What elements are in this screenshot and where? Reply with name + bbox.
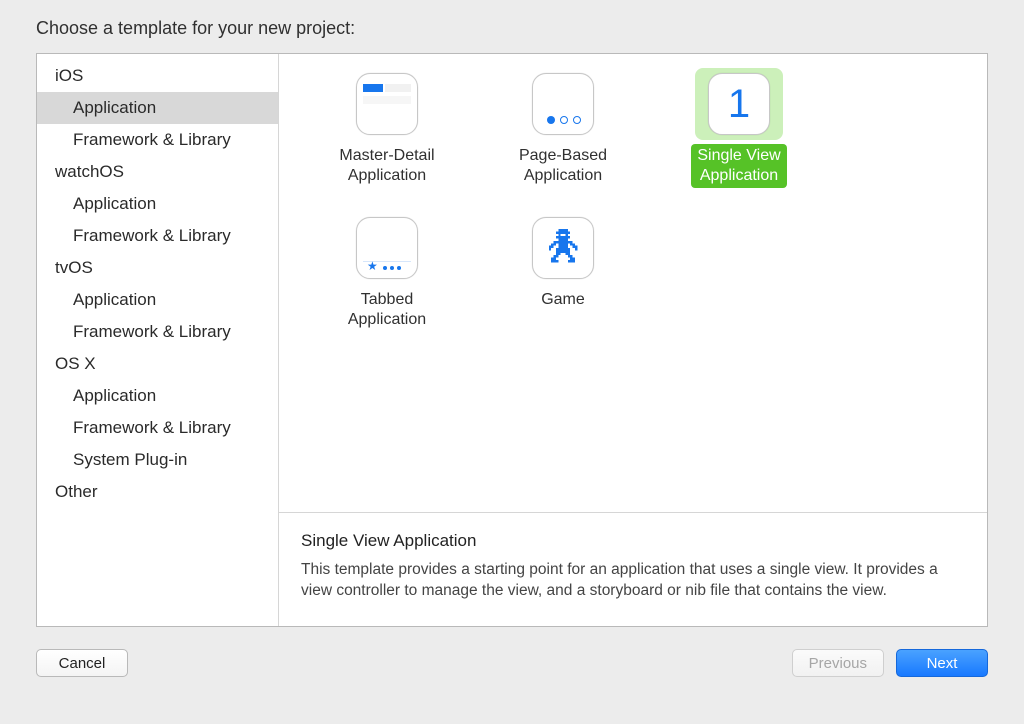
template-icon-pad: [343, 68, 431, 140]
sidebar-item-watchos-framework-library[interactable]: Framework & Library: [37, 220, 278, 252]
template-label: Game: [535, 288, 591, 312]
cancel-button[interactable]: Cancel: [36, 649, 128, 677]
sidebar-item-tvos-framework-library[interactable]: Framework & Library: [37, 316, 278, 348]
template-icon-pad: ★: [343, 212, 431, 284]
master-detail-icon: [356, 73, 418, 135]
template-master-detail[interactable]: Master-Detail Application: [303, 68, 471, 188]
template-single-view[interactable]: 1 Single View Application: [655, 68, 823, 188]
template-icon-pad: 1: [695, 68, 783, 140]
previous-button[interactable]: Previous: [792, 649, 884, 677]
page-based-icon: [532, 73, 594, 135]
template-icon-pad: [519, 68, 607, 140]
game-icon: [532, 217, 594, 279]
sidebar-item-tvos-application[interactable]: Application: [37, 284, 278, 316]
sidebar-item-watchos-application[interactable]: Application: [37, 188, 278, 220]
sidebar: iOS Application Framework & Library watc…: [37, 54, 279, 626]
template-grid: Master-Detail Application Page-Based App…: [279, 54, 987, 512]
dialog-prompt: Choose a template for your new project:: [0, 18, 1024, 53]
sidebar-platform-tvos[interactable]: tvOS: [37, 252, 278, 284]
template-label: Tabbed Application: [342, 288, 432, 332]
description-panel: Single View Application This template pr…: [279, 512, 987, 626]
next-button[interactable]: Next: [896, 649, 988, 677]
sidebar-item-osx-framework-library[interactable]: Framework & Library: [37, 412, 278, 444]
template-label: Page-Based Application: [513, 144, 613, 188]
template-page-based[interactable]: Page-Based Application: [479, 68, 647, 188]
single-view-icon: 1: [708, 73, 770, 135]
dialog-button-row: Cancel Previous Next: [0, 627, 1024, 677]
sidebar-item-osx-application[interactable]: Application: [37, 380, 278, 412]
sidebar-item-ios-application[interactable]: Application: [37, 92, 278, 124]
description-body: This template provides a starting point …: [301, 559, 965, 601]
template-label: Master-Detail Application: [333, 144, 440, 188]
sidebar-platform-other[interactable]: Other: [37, 476, 278, 508]
template-label: Single View Application: [691, 144, 786, 188]
tabbed-icon: ★: [356, 217, 418, 279]
description-title: Single View Application: [301, 531, 965, 551]
new-project-dialog: Choose a template for your new project: …: [0, 0, 1024, 724]
template-chooser-panel: iOS Application Framework & Library watc…: [36, 53, 988, 627]
template-icon-pad: [519, 212, 607, 284]
main-area: Master-Detail Application Page-Based App…: [279, 54, 987, 626]
sidebar-item-osx-system-plugin[interactable]: System Plug-in: [37, 444, 278, 476]
template-game[interactable]: Game: [479, 212, 647, 332]
sidebar-item-ios-framework-library[interactable]: Framework & Library: [37, 124, 278, 156]
sidebar-platform-ios[interactable]: iOS: [37, 60, 278, 92]
sidebar-platform-watchos[interactable]: watchOS: [37, 156, 278, 188]
sidebar-platform-osx[interactable]: OS X: [37, 348, 278, 380]
template-tabbed[interactable]: ★ Tabbed Application: [303, 212, 471, 332]
